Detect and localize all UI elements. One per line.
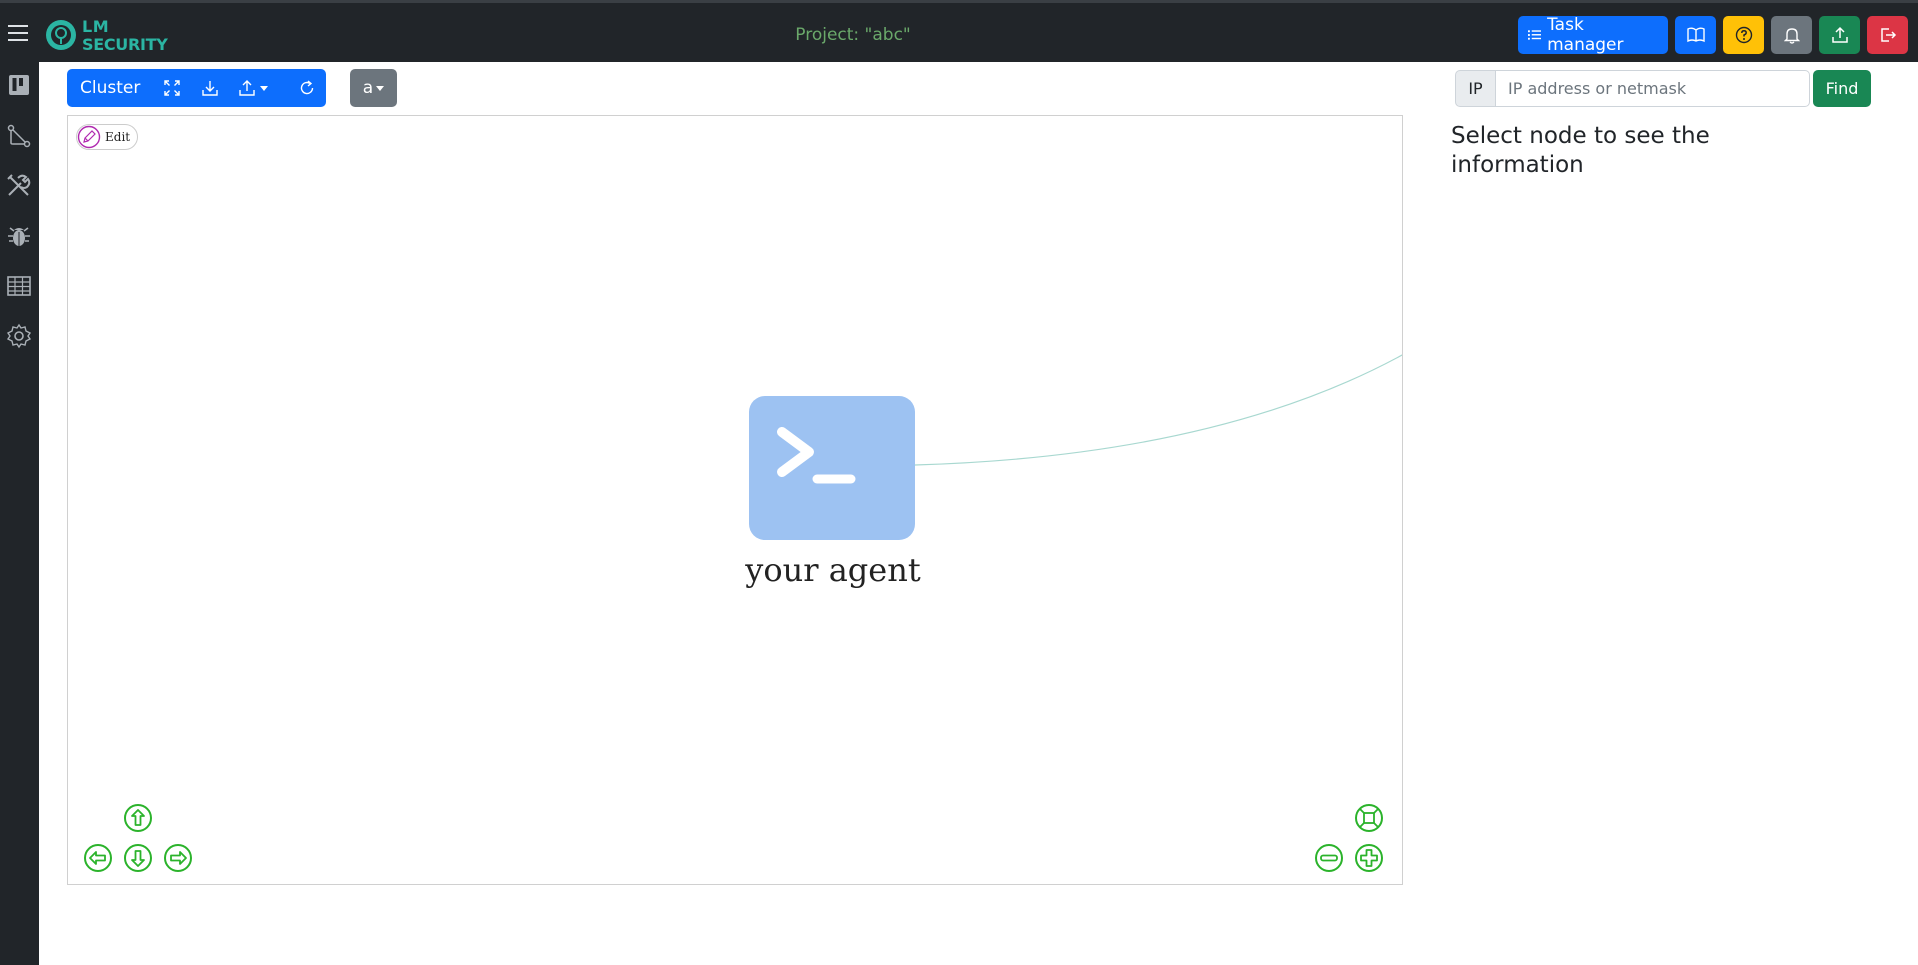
- upload-button[interactable]: [1819, 16, 1860, 54]
- ip-search-input[interactable]: [1496, 70, 1810, 107]
- settings-icon[interactable]: [6, 323, 32, 349]
- task-manager-label: Task manager: [1547, 15, 1624, 55]
- fullscreen-icon: [163, 80, 180, 96]
- board-icon[interactable]: [6, 72, 32, 98]
- top-navbar: LM SECURITY Project: "abc" Task manager: [0, 0, 1918, 62]
- pan-up-icon[interactable]: [123, 803, 153, 833]
- agent-node-label: your agent: [745, 551, 921, 589]
- graph-canvas[interactable]: Edit your agent: [67, 115, 1403, 885]
- docs-button[interactable]: [1675, 16, 1716, 54]
- list-icon: [1528, 30, 1542, 40]
- help-icon: [1735, 26, 1752, 44]
- upload-icon: [239, 80, 256, 96]
- fullscreen-button[interactable]: [152, 69, 191, 107]
- table-icon[interactable]: [6, 273, 32, 299]
- upload-icon: [1831, 26, 1848, 43]
- chevron-down-icon: [376, 85, 385, 91]
- agent-node[interactable]: [749, 396, 915, 540]
- pan-right-icon[interactable]: [163, 843, 193, 873]
- zoom-in-icon[interactable]: [1354, 843, 1384, 873]
- layer-dropdown[interactable]: a: [350, 69, 397, 107]
- graph-edge: [914, 354, 1402, 466]
- pan-left-icon[interactable]: [83, 843, 113, 873]
- pan-down-icon[interactable]: [123, 843, 153, 873]
- notifications-button[interactable]: [1771, 16, 1812, 54]
- chevron-down-icon: [260, 85, 269, 91]
- zoom-out-icon[interactable]: [1314, 843, 1344, 873]
- book-icon: [1686, 27, 1705, 43]
- project-title: Project: "abc": [795, 25, 911, 45]
- find-button[interactable]: Find: [1813, 70, 1871, 107]
- fit-view-icon[interactable]: [1354, 803, 1384, 833]
- node-info-message: Select node to see the information: [1451, 123, 1710, 178]
- sidebar: [0, 62, 39, 965]
- edit-button[interactable]: Edit: [76, 124, 138, 150]
- help-button[interactable]: [1723, 16, 1764, 54]
- ip-search-group: IP: [1455, 70, 1810, 107]
- layer-dropdown-value: a: [362, 78, 374, 98]
- upload-dropdown-button[interactable]: [229, 69, 277, 107]
- download-icon: [202, 81, 218, 96]
- bell-icon: [1783, 28, 1800, 44]
- cluster-button[interactable]: Cluster: [67, 78, 152, 98]
- refresh-button[interactable]: [287, 69, 326, 107]
- graph-icon[interactable]: [6, 123, 32, 149]
- refresh-icon: [300, 80, 313, 95]
- bug-icon[interactable]: [6, 223, 32, 249]
- pencil-icon: [77, 125, 101, 149]
- download-button[interactable]: [191, 69, 230, 107]
- tools-icon[interactable]: [6, 173, 32, 199]
- ip-prefix-label: IP: [1455, 70, 1496, 107]
- cluster-toolbar: Cluster: [67, 69, 326, 107]
- task-manager-button[interactable]: Task manager: [1518, 15, 1668, 55]
- logout-button[interactable]: [1867, 16, 1908, 54]
- terminal-icon: [777, 427, 856, 484]
- edit-label: Edit: [105, 130, 131, 144]
- logout-icon: [1880, 28, 1896, 42]
